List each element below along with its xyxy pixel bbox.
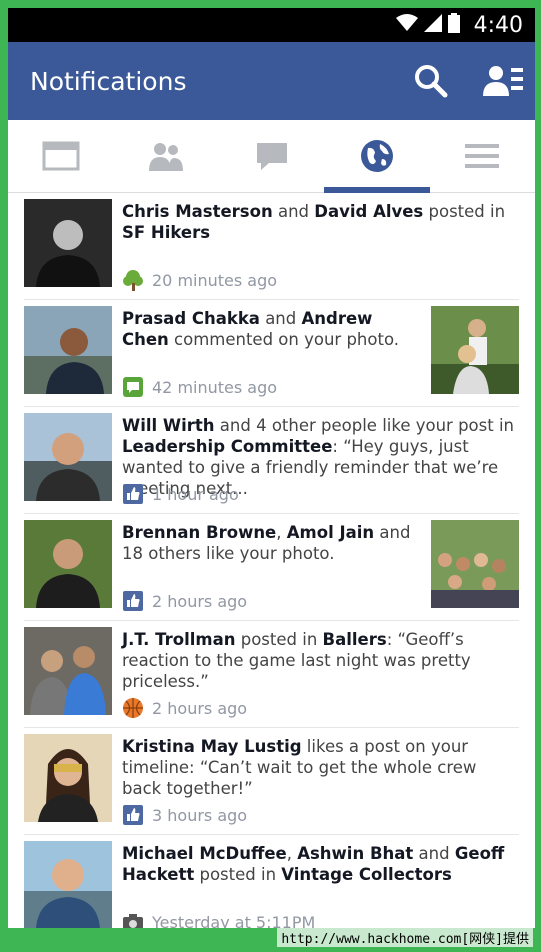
battery-icon — [447, 12, 460, 38]
signal-icon — [423, 13, 442, 37]
like-icon — [122, 483, 144, 505]
tab-more-menu[interactable] — [430, 120, 535, 192]
notification-item[interactable]: Prasad Chakka and Andrew Chen commented … — [24, 300, 519, 407]
app-bar: Notifications — [8, 42, 535, 120]
watermark-text: http://www.hackhome.com[网侠]提供 — [277, 928, 533, 947]
notifications-list: Chris Masterson and David Alves posted i… — [8, 193, 535, 928]
comment-icon — [122, 376, 144, 398]
notification-time: 1 hour ago — [152, 484, 239, 504]
avatar — [24, 734, 112, 822]
photo-thumbnail[interactable] — [431, 520, 519, 608]
photo-thumbnail[interactable] — [431, 306, 519, 394]
wifi-icon — [395, 13, 418, 37]
notification-item[interactable]: J.T. Trollman posted in Ballers: “Geoff’… — [24, 621, 519, 728]
friend-requests-icon — [149, 143, 184, 171]
notification-text: J.T. Trollman posted in Ballers: “Geoff’… — [122, 630, 471, 691]
footer-bar: http://www.hackhome.com[网侠]提供 — [0, 928, 541, 952]
notification-time: 2 hours ago — [152, 698, 248, 718]
tree-icon — [122, 269, 144, 291]
notification-time: 2 hours ago — [152, 591, 248, 611]
contacts-icon — [483, 66, 523, 96]
search-icon — [415, 65, 448, 98]
notification-item[interactable]: Kristina May Lustig likes a post on your… — [24, 728, 519, 835]
tab-friend-requests[interactable] — [113, 120, 218, 192]
notification-text: Michael McDuffee, Ashwin Bhat and Geoff … — [122, 844, 505, 884]
page-title: Notifications — [30, 66, 187, 96]
search-button[interactable] — [399, 51, 463, 111]
tab-messages[interactable] — [219, 120, 324, 192]
notification-text: Prasad Chakka and Andrew Chen commented … — [122, 309, 399, 349]
avatar — [24, 841, 112, 928]
friends-list-button[interactable] — [471, 51, 535, 111]
notification-item[interactable]: Chris Masterson and David Alves posted i… — [24, 193, 519, 300]
notification-item[interactable]: Will Wirth and 4 other people like your … — [24, 407, 519, 514]
status-time: 4:40 — [473, 12, 523, 38]
basketball-icon — [122, 697, 144, 719]
avatar — [24, 627, 112, 715]
notification-time: Yesterday at 5:11PM — [152, 912, 316, 929]
avatar — [24, 520, 112, 608]
notification-time: 20 minutes ago — [152, 270, 278, 290]
more-menu-icon — [465, 144, 500, 168]
avatar — [24, 199, 112, 287]
avatar — [24, 306, 112, 394]
tab-notifications[interactable] — [324, 120, 431, 193]
tab-bar — [8, 120, 535, 193]
avatar — [24, 413, 112, 501]
notification-item[interactable]: Michael McDuffee, Ashwin Bhat and Geoff … — [24, 835, 519, 928]
app-screen: 4:40 Notifications Chris Masterson and D… — [8, 8, 535, 928]
news-feed-icon — [42, 141, 80, 171]
notification-text: Kristina May Lustig likes a post on your… — [122, 737, 477, 798]
notification-item[interactable]: Brennan Browne, Amol Jain and 18 others … — [24, 514, 519, 621]
messages-icon — [256, 143, 287, 170]
notification-time: 42 minutes ago — [152, 377, 278, 397]
like-icon — [122, 804, 144, 826]
tab-news-feed[interactable] — [8, 120, 113, 192]
notification-text: Chris Masterson and David Alves posted i… — [122, 202, 506, 242]
camera-icon — [122, 911, 144, 928]
status-bar: 4:40 — [8, 8, 535, 42]
notification-text: Brennan Browne, Amol Jain and 18 others … — [122, 523, 411, 563]
notification-time: 3 hours ago — [152, 805, 248, 825]
like-icon — [122, 590, 144, 612]
notifications-globe-icon — [360, 140, 393, 172]
